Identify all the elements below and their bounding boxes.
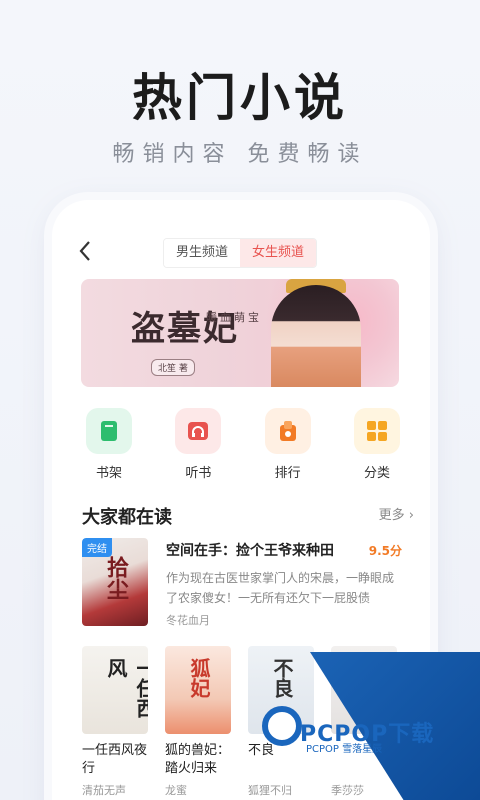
nav-ranking-label: 排行 [274,466,301,481]
nav-bookshelf[interactable]: 书架 [80,408,138,481]
category-grid-icon [353,408,400,454]
nav-category-label: 分类 [363,466,390,481]
tab-male-channel[interactable]: 男生频道 [164,239,240,267]
headphones-icon [175,408,222,454]
featured-book-title: 空间在手：捡个王爷来种田 [166,543,334,559]
nav-category[interactable]: 分类 [348,408,406,481]
featured-book-cover: 拾尘 完结 [82,538,148,626]
more-link[interactable]: 更多 › [379,504,414,523]
grid-cover-text: 狐妃 [187,658,211,698]
grid-cover-text: 不良 [270,658,294,698]
grid-book-author: 季莎莎 [331,784,364,797]
grid-book-author: 龙蜜 [165,784,187,797]
watermark-logo-icon [262,706,302,746]
banner-author: 北笙 著 [151,359,195,376]
tab-female-channel[interactable]: 女生频道 [240,239,316,267]
featured-book[interactable]: 拾尘 完结 空间在手：捡个王爷来种田 9.5分 作为现在古医世家掌门人的宋晨，一… [82,538,402,630]
nav-ranking[interactable]: 排行 [259,408,317,481]
hero-subtitle: 畅销内容 免费畅读 [112,142,368,167]
channel-tabs: 男生频道 女生频道 [163,238,317,268]
nav-audiobook-label: 听书 [185,466,212,481]
hero-title: 热门小说 [132,69,348,127]
promo-banner[interactable]: 盗墓妃 暖血萌宝 北笙 著 [81,279,399,387]
nav-audiobook[interactable]: 听书 [169,408,227,481]
ranking-icon [264,408,311,454]
featured-cover-text: 拾尘 [103,556,129,600]
grid-book-author: 狐狸不归 [248,784,292,797]
grid-book[interactable]: 一任西风 一任西风夜行 清茄无声 [82,646,148,798]
grid-book[interactable]: 狐妃 狐的兽妃：踏火归来 龙蜜 [165,646,231,798]
banner-tagline: 暖血萌宝 [206,311,262,324]
watermark-sub: PCPOP 雪落星辰 [306,744,383,755]
grid-book-cover: 狐妃 [165,646,231,734]
section-title: 大家都在读 [82,507,172,528]
chevron-left-icon[interactable] [78,240,98,264]
character-illustration [271,285,361,387]
completed-badge: 完结 [82,538,112,557]
featured-book-author: 冬花血月 [166,614,210,627]
grid-book-title: 狐的兽妃：踏火归来 [165,743,231,776]
grid-book-title: 一任西风夜行 [82,743,148,776]
grid-cover-text: 一任西风 [104,658,148,718]
nav-bookshelf-label: 书架 [95,466,122,481]
quick-nav: 书架 听书 排行 分类 [80,408,406,481]
featured-book-score: 9.5分 [368,544,402,558]
bookshelf-icon [86,408,132,454]
grid-book-cover: 一任西风 [82,646,148,734]
featured-book-description: 作为现在古医世家掌门人的宋晨，一睁眼成了农家傻女！一无所有还欠下一屁股债 [166,571,395,605]
grid-book-author: 清茄无声 [82,784,126,797]
